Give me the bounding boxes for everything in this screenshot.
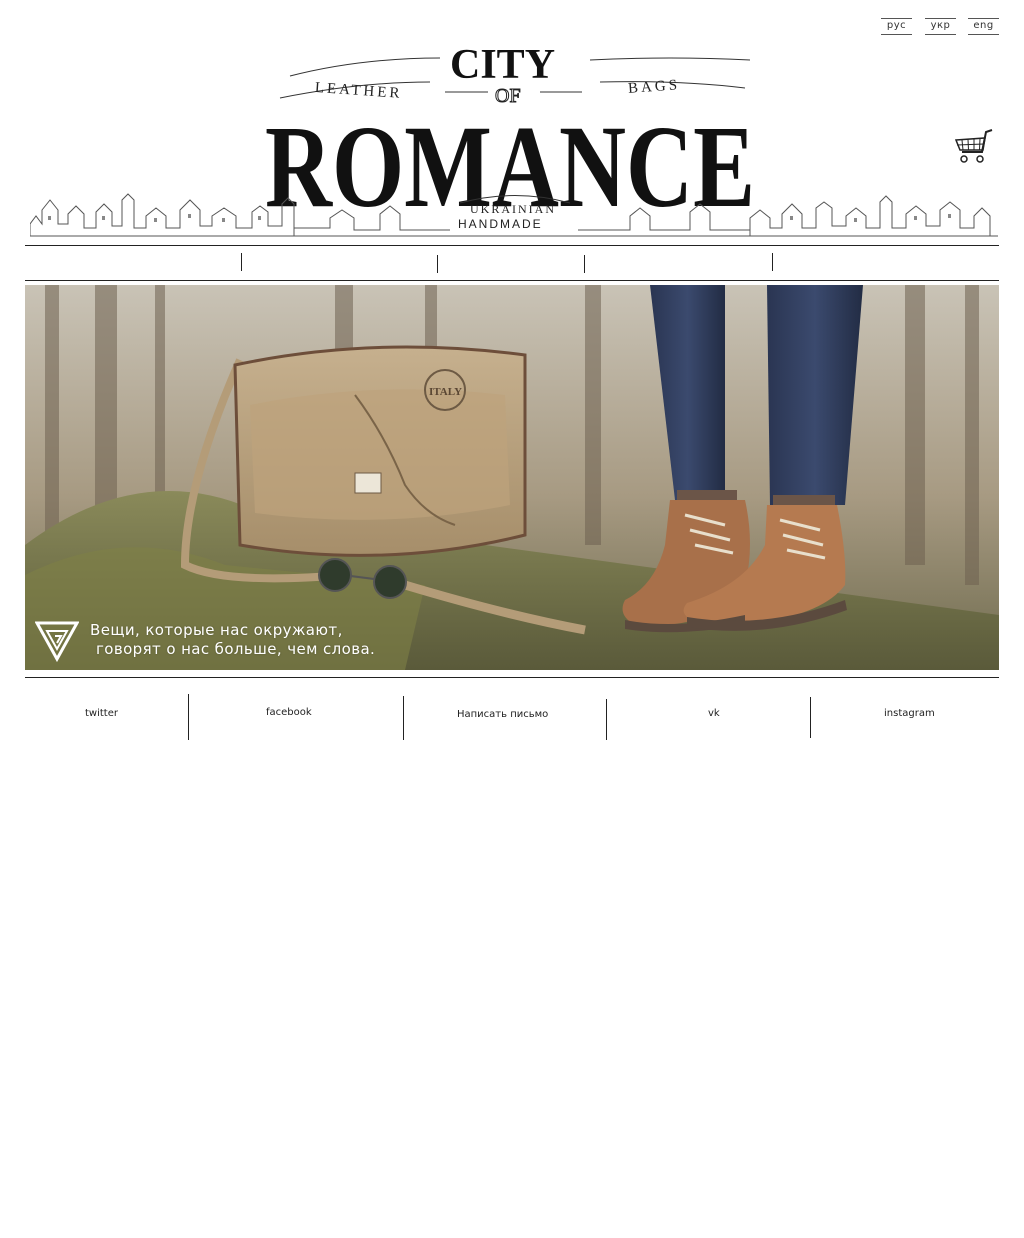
footer-link-divider [810,697,811,738]
nav-item-5[interactable] [773,246,999,280]
hero-banner[interactable]: ITALY Вещи, которые нас окружают, говоря… [25,285,999,670]
shopping-cart-button[interactable] [954,128,994,166]
footer-divider [25,677,999,678]
footer-link-divider [188,694,189,740]
logo-city-text: CITY [450,42,555,88]
write-letter-link[interactable]: Написать письмо [457,709,548,720]
logo-right-arc-text: BAGS [628,77,681,97]
footer-links: twitter facebook Написать письмо vk inst… [25,694,999,740]
logo-badge-top-text: UKRAINIAN [470,202,556,216]
nav-item-4[interactable] [585,246,772,280]
bag-map-label: ITALY [429,386,462,398]
twitter-link[interactable]: twitter [85,708,118,719]
hero-photo: ITALY [25,285,999,670]
lang-eng-button[interactable]: eng [968,18,999,35]
nav-item-2[interactable] [242,246,437,280]
hero-caption-line-1: Вещи, которые нас окружают, [90,621,343,639]
hero-caption-line-2: говорят о нас больше, чем слова. [96,640,376,658]
footer-link-divider [403,696,404,740]
facebook-link[interactable]: facebook [266,707,312,718]
brand-mark-icon [35,619,79,663]
shopping-cart-icon [954,129,993,163]
site-logo[interactable]: LEATHER BAGS CITY OF ROMANCE UKRAINIAN H… [29,38,998,242]
nav-item-3[interactable] [438,246,584,280]
logo-badge-bottom-text: HANDMADE [458,217,543,231]
vk-link[interactable]: vk [708,708,720,719]
instagram-link[interactable]: instagram [884,708,935,719]
main-navigation [25,245,999,281]
hero-caption: Вещи, которые нас окружают, говорят о на… [90,621,375,659]
lang-ukr-button[interactable]: укр [925,18,956,35]
footer-link-divider [606,699,607,740]
lang-rus-button[interactable]: рус [881,18,912,35]
nav-item-1[interactable] [25,246,241,280]
city-skyline-logo-graphic: LEATHER BAGS CITY OF ROMANCE UKRAINIAN H… [29,42,998,237]
